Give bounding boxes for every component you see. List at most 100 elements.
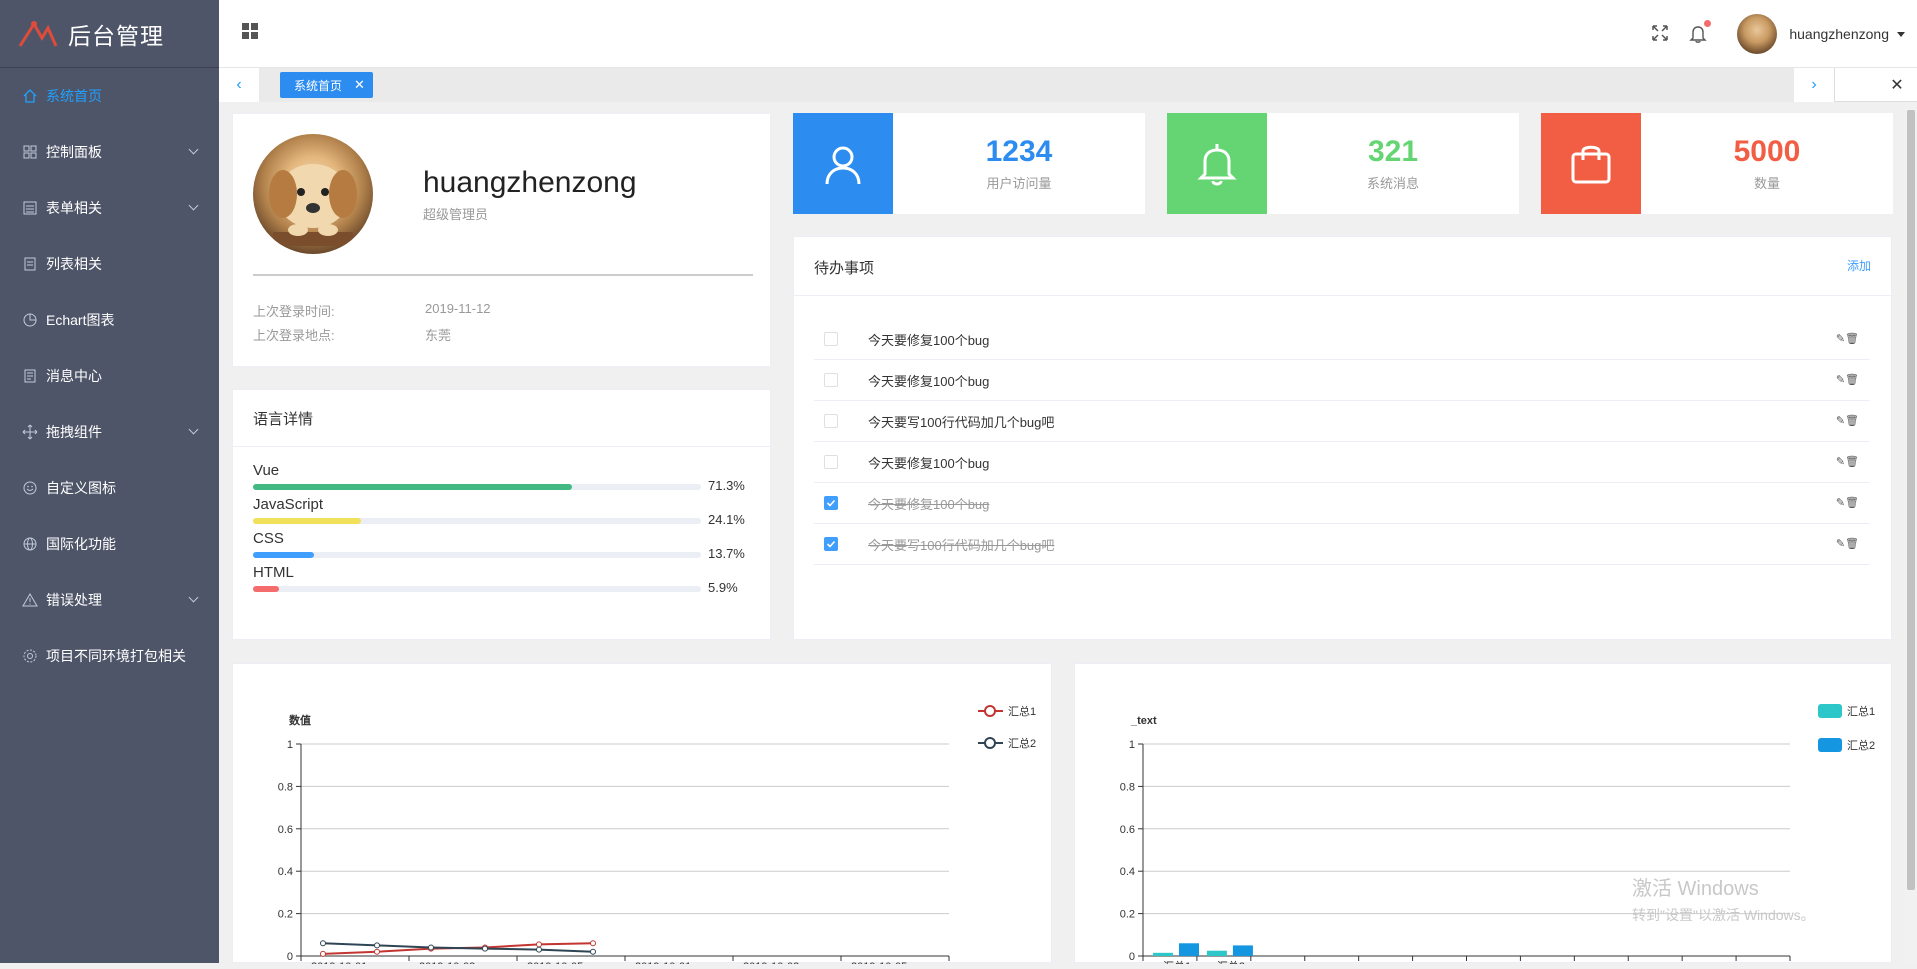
data-point: [590, 940, 596, 947]
language-card: 语言详情 Vue 71.3% JavaScript 24.1% CSS 13.7% HTML…: [232, 389, 771, 640]
stat-label: 数量: [1753, 176, 1780, 191]
chevron-down-icon: [188, 592, 199, 603]
language-name: HTML: [253, 564, 294, 581]
language-percent: 13.7%: [708, 546, 745, 561]
sidebar-item-1[interactable]: 控制面板: [0, 124, 219, 180]
delete-icon[interactable]: 🗑: [1845, 415, 1859, 427]
y-axis-label: _text: [1130, 715, 1157, 727]
sidebar-item-label: 控制面板: [46, 144, 102, 160]
chevron-down-icon: [188, 200, 199, 211]
bag-icon: [1541, 113, 1641, 214]
watermark-line1: 激活 Windows: [1632, 878, 1759, 900]
last-login-place: 东莞: [425, 328, 452, 343]
caret-down-icon[interactable]: [1897, 31, 1905, 37]
delete-icon[interactable]: 🗑: [1845, 374, 1859, 386]
todo-actions: ✎🗑: [1836, 537, 1859, 550]
edit-icon[interactable]: ✎: [1836, 333, 1845, 345]
delete-icon[interactable]: 🗑: [1845, 538, 1859, 550]
last-login-place-label: 上次登录地点:: [253, 328, 335, 343]
page-scrollbar[interactable]: [1905, 102, 1917, 963]
sidebar-item-10[interactable]: 项目不同环境打包相关: [0, 628, 219, 684]
sidebar-item-8[interactable]: 国际化功能: [0, 516, 219, 572]
delete-icon[interactable]: 🗑: [1845, 497, 1859, 509]
home-icon: [22, 88, 38, 104]
language-progress-track: [253, 586, 701, 592]
y-tick-label: 0.2: [278, 909, 293, 921]
language-percent: 71.3%: [708, 478, 745, 493]
y-tick-label: 0.2: [1120, 909, 1135, 921]
legend-swatch: [1818, 704, 1842, 718]
logo-icon: [18, 20, 58, 47]
bar: [1153, 952, 1173, 956]
card-divider: [794, 295, 1891, 296]
legend-marker: [984, 705, 996, 717]
tag-close-icon[interactable]: ✕: [354, 77, 365, 93]
todo-checkbox[interactable]: [824, 373, 838, 387]
avatar[interactable]: [1737, 14, 1778, 54]
x-tick-label: 汇总1: [1163, 959, 1191, 964]
y-tick-label: 0.6: [278, 824, 293, 836]
sidebar-item-9[interactable]: 错误处理: [0, 572, 219, 628]
sidebar-item-label: Echart图表: [46, 312, 115, 328]
edit-icon[interactable]: ✎: [1836, 456, 1845, 468]
y-tick-label: 0: [287, 951, 293, 963]
sidebar-item-7[interactable]: 自定义图标: [0, 460, 219, 516]
bar: [1179, 943, 1199, 956]
profile-avatar: [253, 134, 373, 254]
settings-icon: [22, 648, 38, 664]
todo-item: 今天要修复100个bug ✎🗑: [814, 442, 1869, 483]
todo-text: 今天要修复100个bug: [868, 332, 990, 348]
sidebar-item-0[interactable]: 系统首页: [0, 68, 219, 124]
todo-checkbox[interactable]: [824, 455, 838, 469]
close-all-tags-button[interactable]: ✕: [1877, 68, 1917, 102]
tags-next-button[interactable]: ›: [1794, 68, 1834, 102]
todo-item: 今天要修复100个bug ✎🗑: [814, 319, 1869, 360]
username[interactable]: huangzhenzong: [1789, 26, 1889, 42]
sidebar-item-5[interactable]: 消息中心: [0, 348, 219, 404]
todo-actions: ✎🗑: [1836, 414, 1859, 427]
data-point: [320, 940, 326, 947]
delete-icon[interactable]: 🗑: [1845, 333, 1859, 345]
todo-text: 今天要写100行代码加几个bug吧: [868, 414, 1055, 430]
message-icon: [22, 368, 38, 384]
tag-label: 系统首页: [294, 78, 343, 93]
notification-badge: [1704, 20, 1712, 27]
notification-button[interactable]: [1689, 20, 1712, 44]
language-progress-fill: [253, 518, 361, 524]
collapse-menu-button[interactable]: [241, 22, 261, 42]
todo-checkbox[interactable]: [824, 414, 838, 428]
fullscreen-button[interactable]: [1651, 24, 1671, 44]
sidebar-item-4[interactable]: Echart图表: [0, 292, 219, 348]
language-progress-track: [253, 484, 701, 490]
add-todo-link[interactable]: 添加: [1847, 257, 1871, 274]
stat-label: 系统消息: [1366, 176, 1419, 191]
tag-active[interactable]: 系统首页 ✕: [280, 72, 373, 98]
dog-avatar-image: [269, 164, 357, 246]
legend-label: 汇总2: [1847, 738, 1875, 752]
legend-label: 汇总1: [1847, 704, 1875, 718]
y-tick-label: 0.6: [1120, 824, 1135, 836]
y-tick-label: 1: [287, 739, 293, 751]
edit-icon[interactable]: ✎: [1836, 374, 1845, 386]
sidebar-item-3[interactable]: 列表相关: [0, 236, 219, 292]
user-icon: [793, 113, 893, 214]
delete-icon[interactable]: 🗑: [1845, 456, 1859, 468]
profile-divider: [253, 274, 753, 276]
stat-value: 1234: [985, 135, 1053, 168]
profile-name: huangzhenzong: [423, 166, 637, 199]
tags-scroll: ‹ 系统首页 ✕ ›: [219, 68, 1835, 102]
sidebar-item-6[interactable]: 拖拽组件: [0, 404, 219, 460]
edit-icon[interactable]: ✎: [1836, 415, 1845, 427]
todo-checkbox[interactable]: [824, 496, 838, 510]
scrollbar-thumb[interactable]: [1907, 110, 1915, 890]
tags-prev-button[interactable]: ‹: [219, 68, 259, 102]
edit-icon[interactable]: ✎: [1836, 497, 1845, 509]
card-divider: [233, 446, 770, 447]
todo-checkbox[interactable]: [824, 332, 838, 346]
data-point: [482, 945, 488, 952]
sidebar-item-2[interactable]: 表单相关: [0, 180, 219, 236]
todo-checkbox[interactable]: [824, 537, 838, 551]
edit-icon[interactable]: ✎: [1836, 538, 1845, 550]
bar: [1232, 945, 1253, 956]
top-header: 后台管理 huangzhenzong: [0, 0, 1917, 68]
